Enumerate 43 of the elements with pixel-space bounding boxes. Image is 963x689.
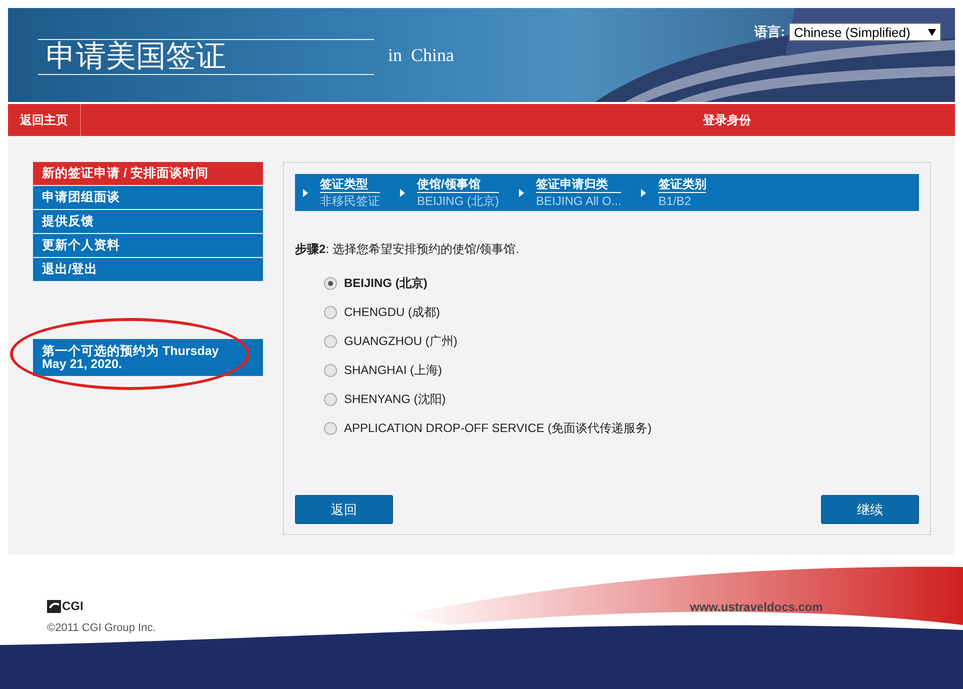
breadcrumb-value: 非移民签证 [320, 192, 380, 208]
radio-button[interactable] [324, 306, 337, 319]
sidebar-item[interactable]: 更新个人资料 [33, 234, 263, 257]
option-label: APPLICATION DROP-OFF SERVICE (免面谈代传递服务) [344, 420, 652, 437]
site-subtitle: in China [388, 44, 454, 66]
website-link[interactable]: www.ustraveldocs.com [690, 600, 823, 614]
continue-button[interactable]: 继续 [821, 495, 919, 524]
language-select[interactable]: Chinese (Simplified) [789, 23, 941, 41]
appointment-notice: 第一个可选的预约为 Thursday May 21, 2020. [33, 339, 263, 376]
arrow-icon [519, 188, 524, 196]
breadcrumb-label: 签证申请归类 [536, 176, 622, 192]
radio-button[interactable] [324, 422, 337, 435]
breadcrumb-label: 签证类型 [320, 176, 380, 192]
sidebar-item[interactable]: 新的签证申请 / 安排面谈时间 [33, 162, 263, 185]
logo-icon [47, 600, 61, 613]
sidebar-item[interactable]: 退出/登出 [33, 258, 263, 281]
radio-button[interactable] [324, 393, 337, 406]
option-label: CHENGDU (成都) [344, 304, 440, 321]
logo-text: CGI [62, 599, 84, 613]
option-label: SHENYANG (沈阳) [344, 391, 446, 408]
caret-icon [928, 28, 936, 36]
site-title: 申请美国签证 [46, 40, 227, 74]
option-label: GUANGZHOU (广州) [344, 333, 458, 350]
option-label: SHANGHAI (上海) [344, 362, 442, 379]
sidebar-item[interactable]: 申请团组面谈 [33, 186, 263, 209]
arrow-icon [303, 188, 308, 196]
radio-button[interactable] [324, 335, 337, 348]
breadcrumb-label: 使馆/领事馆 [417, 176, 500, 192]
arrow-icon [641, 188, 646, 196]
breadcrumb-value: BEIJING All O... [536, 192, 622, 208]
step-instruction: 步骤2: 选择您希望安排预约的使馆/领事馆. [295, 241, 520, 258]
radio-button[interactable] [324, 364, 337, 377]
breadcrumb-value: B1/B2 [658, 192, 692, 208]
login-identity-label: 登录身份 [703, 112, 751, 128]
breadcrumb-label: 签证类别 [658, 176, 706, 192]
radio-button[interactable] [324, 277, 337, 290]
option-label: BEIJING (北京) [344, 275, 428, 292]
breadcrumb-value: BEIJING (北京) [417, 192, 500, 208]
back-button[interactable]: 返回 [295, 495, 393, 524]
copyright-text: ©2011 CGI Group Inc. [47, 622, 157, 634]
language-label: 语言: [754, 23, 785, 41]
sidebar-item[interactable]: 提供反馈 [33, 210, 263, 233]
arrow-icon [400, 188, 405, 196]
